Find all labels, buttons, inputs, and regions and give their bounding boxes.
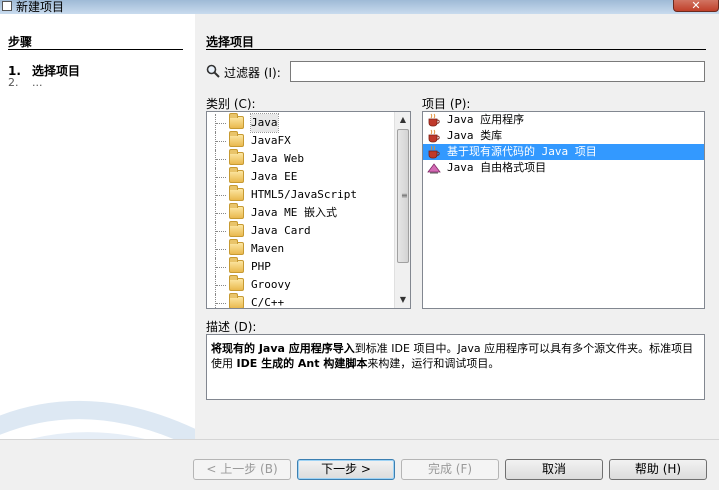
step-item-2: 2....: [8, 76, 43, 89]
category-item[interactable]: Java Card: [207, 221, 397, 240]
categories-tree[interactable]: Java JavaFX Java Web Java EE HTML5/JavaScrip…: [206, 111, 411, 309]
project-item[interactable]: 基于现有源代码的 Java 项目: [423, 144, 704, 160]
tree-connector: [215, 276, 227, 294]
java-cup-icon: [427, 113, 441, 127]
description-text: 来构建，运行和调试项目。: [367, 357, 500, 370]
app-icon: [2, 1, 12, 11]
category-item[interactable]: Groovy: [207, 275, 397, 294]
grip-icon: ≡: [401, 191, 408, 200]
project-item[interactable]: Java 应用程序: [423, 112, 704, 128]
tree-connector: [215, 150, 227, 168]
category-label: Java EE: [251, 170, 298, 183]
back-button[interactable]: < 上一步 (B): [193, 459, 291, 480]
title-divider: [206, 49, 706, 50]
folder-icon: [229, 275, 244, 291]
projects-label: 项目 (P):: [422, 97, 471, 111]
folder-icon: [229, 203, 244, 219]
category-item[interactable]: Java Web: [207, 149, 397, 168]
category-label: Java Card: [251, 224, 311, 237]
search-icon: [206, 64, 220, 78]
filter-label: 过滤器 (I):: [224, 66, 281, 80]
tree-connector: [215, 132, 227, 150]
close-button[interactable]: ✕: [673, 0, 719, 12]
help-button[interactable]: 帮助 (H): [609, 459, 707, 480]
category-label: PHP: [251, 260, 271, 273]
project-label: Java 自由格式项目: [447, 161, 547, 174]
category-item[interactable]: PHP: [207, 257, 397, 276]
cancel-button[interactable]: 取消: [505, 459, 603, 480]
tree-connector: [215, 204, 227, 222]
tree-connector: [215, 222, 227, 240]
category-label: C/C++: [251, 296, 285, 309]
project-item[interactable]: Java 类库: [423, 128, 704, 144]
finish-button[interactable]: 完成 (F): [401, 459, 499, 480]
scroll-up-icon[interactable]: ▲: [395, 112, 410, 128]
step-label: ...: [32, 76, 43, 89]
description-box: 将现有的 Java 应用程序导入到标准 IDE 项目中。Java 应用程序可以具…: [206, 334, 705, 400]
category-item[interactable]: Java: [207, 113, 397, 133]
category-label: Groovy: [251, 278, 291, 291]
steps-divider: [8, 49, 183, 50]
page-title: 选择项目: [206, 35, 255, 49]
category-item[interactable]: Maven: [207, 239, 397, 258]
folder-icon: [229, 221, 244, 237]
projects-list[interactable]: Java 应用程序 Java 类库基于现有源代码的 Java 项目 Java 自由格…: [422, 111, 705, 309]
folder-icon: [229, 185, 244, 201]
step-number: 2.: [8, 76, 19, 89]
projects-items: Java 应用程序 Java 类库基于现有源代码的 Java 项目 Java 自由格…: [423, 112, 704, 176]
categories-scrollbar[interactable]: ▲ ≡ ▼: [394, 112, 410, 308]
category-label: HTML5/JavaScript: [251, 188, 357, 201]
java-cup-icon: [427, 129, 441, 143]
tree-connector: [215, 258, 227, 276]
folder-icon: [229, 257, 244, 273]
category-item[interactable]: Java ME 嵌入式: [207, 203, 397, 222]
category-item[interactable]: C/C++: [207, 293, 397, 309]
project-item[interactable]: Java 自由格式项目: [423, 160, 704, 176]
scrollbar-thumb[interactable]: ≡: [397, 129, 409, 263]
category-label: Java ME 嵌入式: [251, 206, 337, 219]
category-label: JavaFX: [251, 134, 291, 147]
category-label: Maven: [251, 242, 285, 255]
decorative-swoosh: [0, 401, 195, 439]
category-item[interactable]: Java EE: [207, 167, 397, 186]
next-button[interactable]: 下一步 >: [297, 459, 395, 480]
freeform-project-icon: [427, 161, 441, 175]
folder-icon: [229, 167, 244, 183]
tree-connector: [215, 168, 227, 186]
window-title: 新建项目: [16, 0, 65, 14]
folder-icon: [229, 113, 244, 129]
project-label: 基于现有源代码的 Java 项目: [447, 145, 597, 158]
project-label: Java 类库: [447, 129, 503, 142]
title-bar: 新建项目 ✕: [0, 0, 719, 14]
filter-input[interactable]: [290, 61, 705, 82]
tree-connector: [215, 114, 227, 132]
description-label: 描述 (D):: [206, 320, 257, 334]
category-item[interactable]: HTML5/JavaScript: [207, 185, 397, 204]
steps-panel: 步骤 1. 选择项目 2....: [0, 14, 195, 439]
category-label: Java: [250, 113, 279, 133]
tree-connector: [215, 186, 227, 204]
button-bar-divider: [0, 439, 719, 440]
steps-title: 步骤: [8, 35, 33, 49]
scroll-down-icon[interactable]: ▼: [395, 292, 410, 308]
java-cup-icon: [427, 145, 441, 159]
description-text: IDE 生成的 Ant 构建脚本: [236, 357, 368, 370]
folder-icon: [229, 149, 244, 165]
tree-connector: [215, 294, 227, 308]
tree-connector: [215, 240, 227, 258]
category-label: Java Web: [251, 152, 304, 165]
description-text: 将现有的 Java 应用程序导入: [211, 342, 355, 355]
folder-icon: [229, 239, 244, 255]
folder-icon: [229, 293, 244, 308]
project-label: Java 应用程序: [447, 113, 525, 126]
categories-label: 类别 (C):: [206, 97, 256, 111]
category-item[interactable]: JavaFX: [207, 131, 397, 150]
folder-icon: [229, 131, 244, 147]
categories-list: Java JavaFX Java Web Java EE HTML5/JavaScrip…: [207, 113, 397, 309]
